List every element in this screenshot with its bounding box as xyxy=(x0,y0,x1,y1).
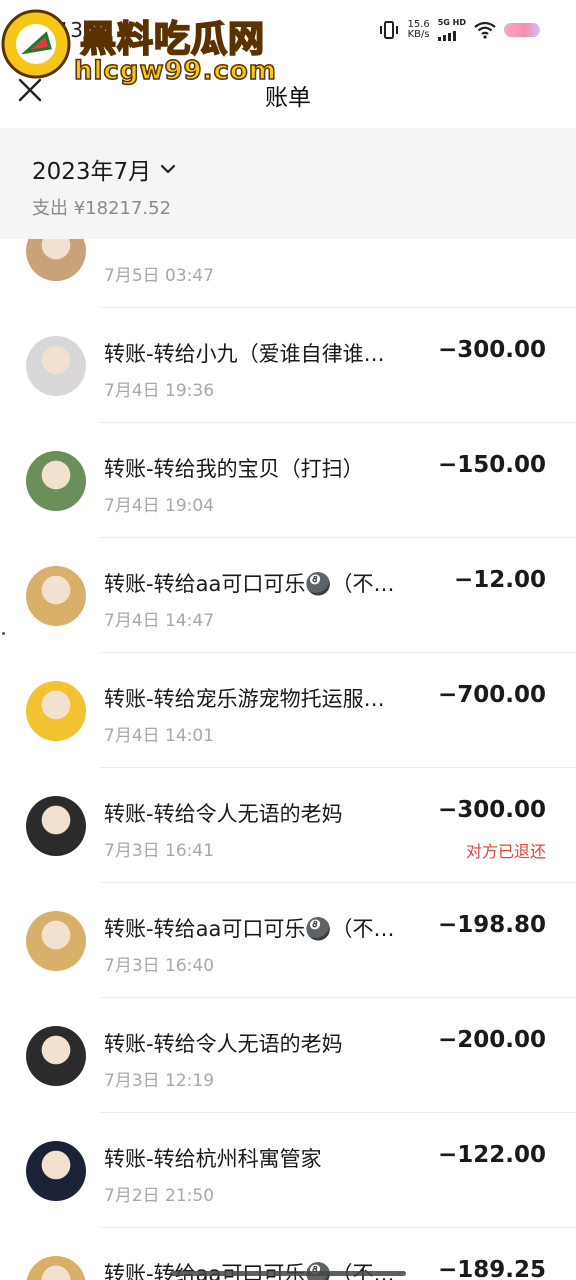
transaction-amount: −300.00 xyxy=(437,337,546,363)
network-speed: 15.6 KB/s xyxy=(407,18,430,40)
status-icons: 15.6 KB/s 5G HD xyxy=(379,18,540,41)
transaction-list[interactable]: 7月5日 03:47 转账-转给小九（爱谁自律谁… 7月4日 19:36 −300.0… xyxy=(0,239,576,1280)
transaction-time: 7月3日 16:41 xyxy=(104,841,215,861)
transaction-row[interactable]: 转账-转给aa可口可乐🎱（不… 7月3日 16:40 −198.80 xyxy=(0,883,576,998)
avatar xyxy=(26,239,86,281)
transaction-amount: −700.00 xyxy=(437,682,546,708)
transaction-row[interactable]: 转账-转给令人无语的老妈 7月3日 16:41 −300.00 对方已退还 xyxy=(0,768,576,883)
avatar xyxy=(26,566,86,626)
vibrate-icon xyxy=(380,20,399,39)
avatar xyxy=(26,451,86,511)
avatar xyxy=(26,336,86,396)
network-speed-value: 15.6 xyxy=(407,18,430,30)
transaction-amount: −122.00 xyxy=(437,1142,546,1168)
transaction-title: 转账-转给我的宝贝（打扫） xyxy=(104,457,364,481)
transaction-time: 7月4日 14:01 xyxy=(104,726,215,746)
home-indicator[interactable] xyxy=(170,1271,406,1276)
avatar xyxy=(26,681,86,741)
month-header: 2023年7月 支出 ¥18217.52 xyxy=(0,128,576,239)
transaction-title: 转账-转给令人无语的老妈 xyxy=(104,802,343,826)
page-title: 账单 xyxy=(265,85,311,111)
transaction-time: 7月3日 12:19 xyxy=(104,1071,215,1091)
battery-icon xyxy=(504,22,540,37)
avatar xyxy=(26,1141,86,1201)
transaction-title: 转账-转给aa可口可乐🎱（不… xyxy=(104,1258,424,1280)
transaction-title: 转账-转给aa可口可乐🎱（不… xyxy=(104,572,395,596)
transaction-amount: −200.00 xyxy=(437,1027,546,1053)
avatar xyxy=(26,911,86,971)
transaction-row[interactable]: 转账-转给我的宝贝（打扫） 7月4日 19:04 −150.00 xyxy=(0,423,576,538)
network-type-label: 5G HD xyxy=(437,18,466,27)
transaction-row[interactable]: 7月5日 03:47 xyxy=(0,239,576,308)
watermark-title: 黑料吃瓜网 xyxy=(79,18,266,61)
chevron-down-icon xyxy=(161,164,176,174)
avatar xyxy=(26,1026,86,1086)
month-expense-total: 支出 ¥18217.52 xyxy=(32,198,172,219)
transaction-status-note: 对方已退还 xyxy=(465,842,546,861)
transaction-title: 转账-转给杭州科寓管家 xyxy=(104,1147,322,1171)
month-selector[interactable]: 2023年7月 xyxy=(32,152,177,186)
transaction-list-inner: 7月5日 03:47 转账-转给小九（爱谁自律谁… 7月4日 19:36 −300.0… xyxy=(0,239,576,1280)
network-type: 5G HD xyxy=(437,18,466,41)
stray-dot xyxy=(2,632,5,635)
transaction-time: 7月4日 19:04 xyxy=(104,496,215,516)
transaction-time: 7月3日 16:40 xyxy=(104,956,215,976)
avatar xyxy=(26,1256,86,1280)
transaction-row[interactable]: 转账-转给令人无语的老妈 7月3日 12:19 −200.00 xyxy=(0,998,576,1113)
transaction-time: 7月4日 19:36 xyxy=(104,381,215,401)
transaction-time: 7月2日 21:50 xyxy=(104,1186,215,1206)
transaction-time: 7月4日 14:47 xyxy=(104,611,215,631)
transaction-time: 7月5日 03:47 xyxy=(104,266,215,286)
transaction-amount: −150.00 xyxy=(437,452,546,478)
transaction-row[interactable]: 转账-转给aa可口可乐🎱（不… 7月4日 14:47 −12.00 xyxy=(0,538,576,653)
transaction-row[interactable]: 转账-转给小九（爱谁自律谁… 7月4日 19:36 −300.00 xyxy=(0,308,576,423)
transaction-title: 转账-转给宠乐游宠物托运服… xyxy=(104,687,385,711)
signal-icon xyxy=(437,27,456,41)
transaction-amount: −198.80 xyxy=(437,912,546,938)
transaction-amount: −189.25 xyxy=(437,1257,546,1280)
network-speed-unit: KB/s xyxy=(407,28,430,40)
month-label: 2023年7月 xyxy=(32,159,152,185)
transaction-amount: −300.00 xyxy=(437,797,546,823)
transaction-row[interactable]: 转账-转给宠乐游宠物托运服… 7月4日 14:01 −700.00 xyxy=(0,653,576,768)
transaction-amount: −12.00 xyxy=(453,567,546,593)
transaction-title: 转账-转给小九（爱谁自律谁… xyxy=(104,342,385,366)
transaction-title: 转账-转给令人无语的老妈 xyxy=(104,1032,343,1056)
transaction-title: 转账-转给aa可口可乐🎱（不… xyxy=(104,917,395,941)
nav-bar: 账单 xyxy=(0,62,576,128)
avatar xyxy=(26,796,86,856)
transaction-row[interactable]: 转账-转给杭州科寓管家 7月2日 21:50 −122.00 xyxy=(0,1113,576,1228)
wifi-icon xyxy=(474,21,496,39)
